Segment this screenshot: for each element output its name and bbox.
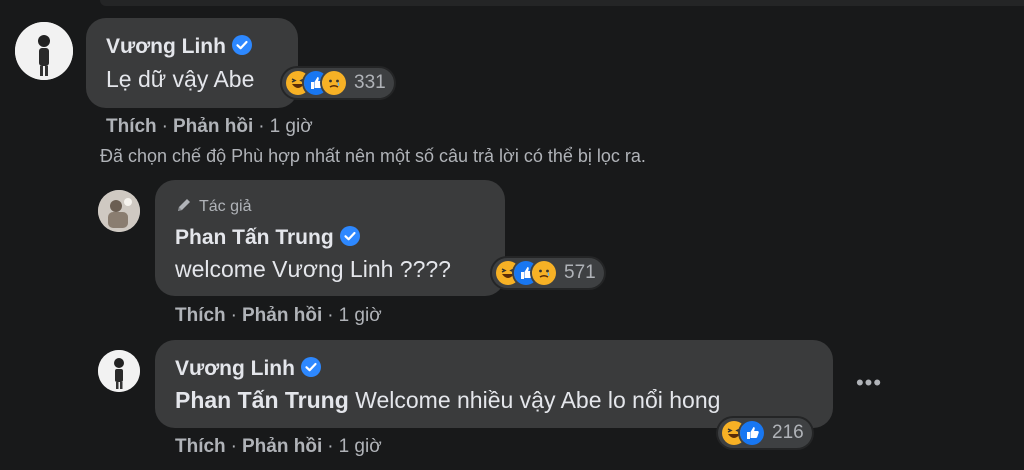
like-button[interactable]: Thích	[106, 116, 157, 137]
reply-button[interactable]: Phản hồi	[242, 305, 322, 326]
reaction-count: 216	[772, 422, 804, 443]
pencil-icon	[178, 199, 190, 211]
verified-badge-icon	[339, 226, 360, 246]
comment-actions: Thích · Phản hồi · 1 giờ	[175, 436, 382, 457]
care-icon	[532, 261, 556, 285]
comment-text: Phan Tấn Trung Welcome nhiều vậy Abe lo …	[175, 387, 720, 414]
verified-badge-icon	[300, 357, 321, 377]
author-name[interactable]: Vương Linh	[106, 35, 226, 58]
more-options-button[interactable]: •••	[854, 370, 884, 396]
avatar[interactable]	[15, 22, 73, 80]
reply-button[interactable]: Phản hồi	[173, 116, 253, 137]
like-button[interactable]: Thích	[175, 436, 226, 457]
filter-notice: Đã chọn chế độ Phù hợp nhất nên một số c…	[100, 146, 646, 166]
comment-author[interactable]: Vương Linh	[106, 35, 252, 59]
reaction-summary[interactable]: 571	[492, 258, 604, 288]
author-name[interactable]: Phan Tấn Trung	[175, 226, 334, 249]
comment-body: Welcome nhiều vậy Abe lo nổi hong	[355, 387, 721, 413]
reaction-summary[interactable]: 331	[282, 68, 394, 98]
comment-actions: Thích · Phản hồi · 1 giờ	[175, 305, 382, 326]
comment-text: welcome Vương Linh ????	[175, 256, 451, 282]
reaction-count: 331	[354, 72, 386, 93]
avatar[interactable]	[98, 190, 140, 232]
comment-actions: Thích · Phản hồi · 1 giờ	[106, 116, 313, 137]
reply-button[interactable]: Phản hồi	[242, 436, 322, 457]
comment-author[interactable]: Phan Tấn Trung	[175, 226, 360, 250]
previous-comment-edge	[100, 0, 1024, 6]
care-icon	[322, 71, 346, 95]
timestamp[interactable]: 1 giờ	[339, 436, 382, 457]
author-name[interactable]: Vương Linh	[175, 357, 295, 380]
comment-author[interactable]: Vương Linh	[175, 357, 321, 381]
author-badge: Tác giả	[175, 196, 251, 216]
avatar[interactable]	[98, 350, 140, 392]
timestamp[interactable]: 1 giờ	[270, 116, 313, 137]
author-badge-label: Tác giả	[199, 198, 252, 215]
comment-bubble	[155, 340, 833, 428]
reaction-count: 571	[564, 262, 596, 283]
timestamp[interactable]: 1 giờ	[339, 305, 382, 326]
reaction-summary[interactable]: 216	[718, 418, 812, 448]
like-button[interactable]: Thích	[175, 305, 226, 326]
comment-text: Lẹ dữ vậy Abe	[106, 66, 255, 92]
mention-link[interactable]: Phan Tấn Trung	[175, 387, 349, 413]
comment-bubble	[86, 18, 298, 108]
verified-badge-icon	[231, 35, 252, 55]
like-icon	[740, 421, 764, 445]
